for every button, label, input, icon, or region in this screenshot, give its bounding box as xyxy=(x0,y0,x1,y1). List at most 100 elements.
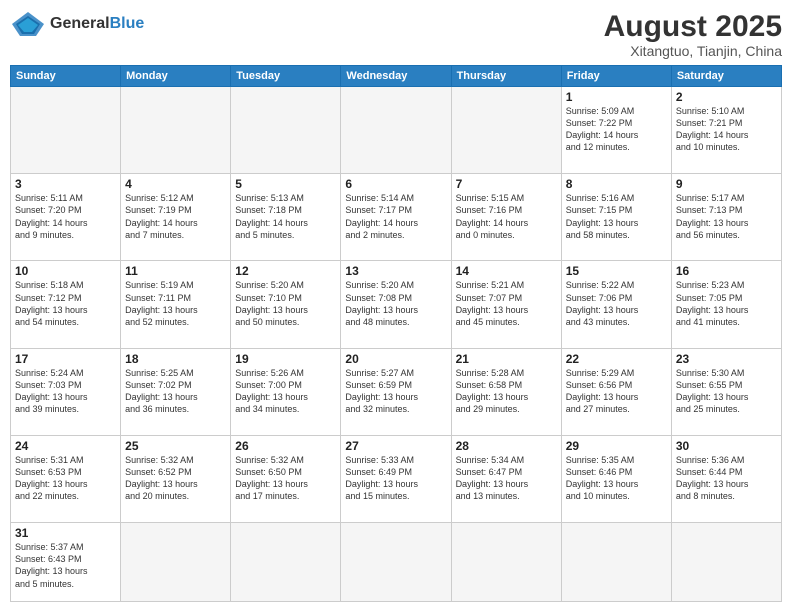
calendar-cell: 5Sunrise: 5:13 AM Sunset: 7:18 PM Daylig… xyxy=(231,174,341,261)
day-number: 19 xyxy=(235,352,336,366)
day-number: 9 xyxy=(676,177,777,191)
header: GeneralBlue August 2025 Xitangtuo, Tianj… xyxy=(10,10,782,59)
day-number: 28 xyxy=(456,439,557,453)
day-number: 14 xyxy=(456,264,557,278)
day-info: Sunrise: 5:28 AM Sunset: 6:58 PM Dayligh… xyxy=(456,367,557,416)
calendar-cell: 8Sunrise: 5:16 AM Sunset: 7:15 PM Daylig… xyxy=(561,174,671,261)
day-info: Sunrise: 5:31 AM Sunset: 6:53 PM Dayligh… xyxy=(15,454,116,503)
calendar-cell: 7Sunrise: 5:15 AM Sunset: 7:16 PM Daylig… xyxy=(451,174,561,261)
day-info: Sunrise: 5:33 AM Sunset: 6:49 PM Dayligh… xyxy=(345,454,446,503)
day-info: Sunrise: 5:09 AM Sunset: 7:22 PM Dayligh… xyxy=(566,105,667,154)
day-number: 11 xyxy=(125,264,226,278)
calendar-cell: 18Sunrise: 5:25 AM Sunset: 7:02 PM Dayli… xyxy=(121,348,231,435)
day-info: Sunrise: 5:34 AM Sunset: 6:47 PM Dayligh… xyxy=(456,454,557,503)
day-info: Sunrise: 5:32 AM Sunset: 6:52 PM Dayligh… xyxy=(125,454,226,503)
day-number: 27 xyxy=(345,439,446,453)
day-info: Sunrise: 5:20 AM Sunset: 7:08 PM Dayligh… xyxy=(345,279,446,328)
day-info: Sunrise: 5:27 AM Sunset: 6:59 PM Dayligh… xyxy=(345,367,446,416)
logo-blue: Blue xyxy=(110,15,145,32)
logo-general: General xyxy=(50,15,110,32)
header-tuesday: Tuesday xyxy=(231,66,341,87)
day-number: 26 xyxy=(235,439,336,453)
day-info: Sunrise: 5:14 AM Sunset: 7:17 PM Dayligh… xyxy=(345,192,446,241)
calendar-cell: 19Sunrise: 5:26 AM Sunset: 7:00 PM Dayli… xyxy=(231,348,341,435)
day-number: 24 xyxy=(15,439,116,453)
day-info: Sunrise: 5:32 AM Sunset: 6:50 PM Dayligh… xyxy=(235,454,336,503)
day-info: Sunrise: 5:20 AM Sunset: 7:10 PM Dayligh… xyxy=(235,279,336,328)
day-number: 8 xyxy=(566,177,667,191)
day-number: 1 xyxy=(566,90,667,104)
header-wednesday: Wednesday xyxy=(341,66,451,87)
day-number: 16 xyxy=(676,264,777,278)
day-info: Sunrise: 5:30 AM Sunset: 6:55 PM Dayligh… xyxy=(676,367,777,416)
day-number: 17 xyxy=(15,352,116,366)
location: Xitangtuo, Tianjin, China xyxy=(604,43,782,59)
calendar-table: Sunday Monday Tuesday Wednesday Thursday… xyxy=(10,65,782,602)
calendar-cell: 11Sunrise: 5:19 AM Sunset: 7:11 PM Dayli… xyxy=(121,261,231,348)
day-number: 12 xyxy=(235,264,336,278)
day-number: 18 xyxy=(125,352,226,366)
day-number: 20 xyxy=(345,352,446,366)
day-info: Sunrise: 5:17 AM Sunset: 7:13 PM Dayligh… xyxy=(676,192,777,241)
calendar-cell xyxy=(231,523,341,602)
month-title: August 2025 xyxy=(604,10,782,43)
calendar-cell: 9Sunrise: 5:17 AM Sunset: 7:13 PM Daylig… xyxy=(671,174,781,261)
day-info: Sunrise: 5:16 AM Sunset: 7:15 PM Dayligh… xyxy=(566,192,667,241)
day-number: 3 xyxy=(15,177,116,191)
day-number: 4 xyxy=(125,177,226,191)
calendar-cell: 12Sunrise: 5:20 AM Sunset: 7:10 PM Dayli… xyxy=(231,261,341,348)
day-number: 13 xyxy=(345,264,446,278)
header-sunday: Sunday xyxy=(11,66,121,87)
day-number: 25 xyxy=(125,439,226,453)
calendar-cell: 25Sunrise: 5:32 AM Sunset: 6:52 PM Dayli… xyxy=(121,435,231,522)
day-number: 2 xyxy=(676,90,777,104)
calendar-cell: 20Sunrise: 5:27 AM Sunset: 6:59 PM Dayli… xyxy=(341,348,451,435)
calendar-cell: 28Sunrise: 5:34 AM Sunset: 6:47 PM Dayli… xyxy=(451,435,561,522)
calendar-cell xyxy=(671,523,781,602)
day-info: Sunrise: 5:37 AM Sunset: 6:43 PM Dayligh… xyxy=(15,541,116,590)
header-friday: Friday xyxy=(561,66,671,87)
day-info: Sunrise: 5:10 AM Sunset: 7:21 PM Dayligh… xyxy=(676,105,777,154)
calendar-cell xyxy=(121,87,231,174)
calendar-cell: 1Sunrise: 5:09 AM Sunset: 7:22 PM Daylig… xyxy=(561,87,671,174)
calendar-cell: 23Sunrise: 5:30 AM Sunset: 6:55 PM Dayli… xyxy=(671,348,781,435)
title-section: August 2025 Xitangtuo, Tianjin, China xyxy=(604,10,782,59)
day-number: 21 xyxy=(456,352,557,366)
day-number: 29 xyxy=(566,439,667,453)
day-number: 5 xyxy=(235,177,336,191)
day-info: Sunrise: 5:22 AM Sunset: 7:06 PM Dayligh… xyxy=(566,279,667,328)
calendar-cell xyxy=(561,523,671,602)
logo-icon xyxy=(10,10,46,38)
calendar-cell: 31Sunrise: 5:37 AM Sunset: 6:43 PM Dayli… xyxy=(11,523,121,602)
calendar-cell: 4Sunrise: 5:12 AM Sunset: 7:19 PM Daylig… xyxy=(121,174,231,261)
calendar-cell xyxy=(231,87,341,174)
calendar-cell: 17Sunrise: 5:24 AM Sunset: 7:03 PM Dayli… xyxy=(11,348,121,435)
day-info: Sunrise: 5:24 AM Sunset: 7:03 PM Dayligh… xyxy=(15,367,116,416)
header-saturday: Saturday xyxy=(671,66,781,87)
calendar-cell: 2Sunrise: 5:10 AM Sunset: 7:21 PM Daylig… xyxy=(671,87,781,174)
logo: GeneralBlue xyxy=(10,10,144,38)
day-number: 23 xyxy=(676,352,777,366)
day-info: Sunrise: 5:18 AM Sunset: 7:12 PM Dayligh… xyxy=(15,279,116,328)
day-info: Sunrise: 5:11 AM Sunset: 7:20 PM Dayligh… xyxy=(15,192,116,241)
calendar-cell: 29Sunrise: 5:35 AM Sunset: 6:46 PM Dayli… xyxy=(561,435,671,522)
day-number: 10 xyxy=(15,264,116,278)
day-info: Sunrise: 5:15 AM Sunset: 7:16 PM Dayligh… xyxy=(456,192,557,241)
day-info: Sunrise: 5:19 AM Sunset: 7:11 PM Dayligh… xyxy=(125,279,226,328)
day-number: 31 xyxy=(15,526,116,540)
day-number: 15 xyxy=(566,264,667,278)
day-number: 30 xyxy=(676,439,777,453)
calendar-cell: 15Sunrise: 5:22 AM Sunset: 7:06 PM Dayli… xyxy=(561,261,671,348)
calendar-cell: 13Sunrise: 5:20 AM Sunset: 7:08 PM Dayli… xyxy=(341,261,451,348)
calendar-cell xyxy=(341,87,451,174)
day-number: 7 xyxy=(456,177,557,191)
calendar-cell: 21Sunrise: 5:28 AM Sunset: 6:58 PM Dayli… xyxy=(451,348,561,435)
calendar-cell: 30Sunrise: 5:36 AM Sunset: 6:44 PM Dayli… xyxy=(671,435,781,522)
calendar-cell: 10Sunrise: 5:18 AM Sunset: 7:12 PM Dayli… xyxy=(11,261,121,348)
calendar-cell xyxy=(121,523,231,602)
page: GeneralBlue August 2025 Xitangtuo, Tianj… xyxy=(0,0,792,612)
calendar-cell: 22Sunrise: 5:29 AM Sunset: 6:56 PM Dayli… xyxy=(561,348,671,435)
header-thursday: Thursday xyxy=(451,66,561,87)
day-number: 6 xyxy=(345,177,446,191)
day-info: Sunrise: 5:12 AM Sunset: 7:19 PM Dayligh… xyxy=(125,192,226,241)
